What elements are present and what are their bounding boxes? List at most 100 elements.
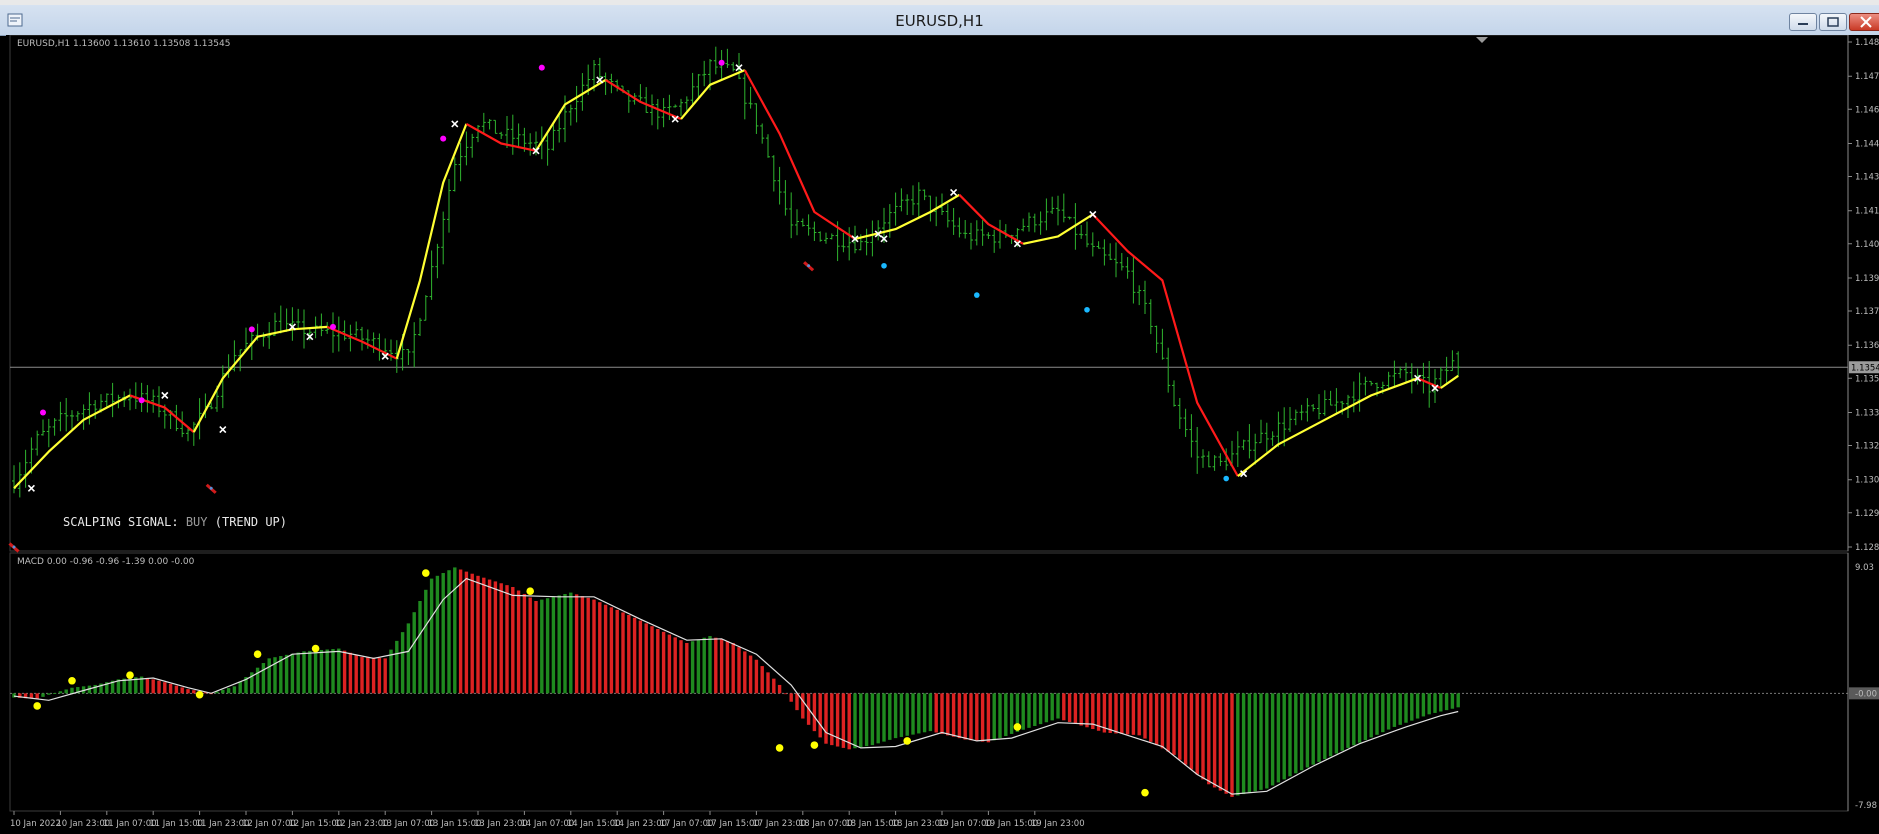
macd-subwindow[interactable]: MACD 0.00 -0.96 -0.96 -1.39 0.00 -0.00 9…	[9, 552, 1879, 812]
price-bar	[1398, 366, 1403, 379]
macd-histogram-bar	[1125, 693, 1130, 735]
price-bar	[52, 418, 57, 436]
price-axis[interactable]: 1.14875 1.14735 1.14600 1.14460 1.14325 1.141…	[1848, 38, 1879, 553]
macd-histogram-bar	[482, 577, 486, 694]
price-tick-label: 1.14460	[1855, 139, 1879, 149]
macd-histogram-bar	[371, 657, 376, 694]
macd-histogram-bar	[598, 602, 602, 694]
chart-shift-marker[interactable]	[1476, 37, 1488, 43]
price-bar	[87, 392, 92, 425]
price-bar	[499, 131, 504, 139]
macd-histogram-bar	[447, 570, 451, 694]
trend-ma-down	[743, 69, 856, 240]
macd-tick-label: 9.03	[1855, 563, 1874, 573]
macd-histogram-bar	[1427, 693, 1431, 715]
price-bar	[945, 203, 950, 228]
macd-histogram-bar	[354, 654, 358, 694]
price-bar	[1322, 390, 1327, 416]
price-bar	[748, 86, 753, 109]
swing-point-marker	[27, 484, 35, 492]
macd-histogram-bar	[928, 693, 933, 732]
minimize-button[interactable]	[1789, 13, 1817, 31]
price-plot-area	[8, 46, 1848, 553]
price-bar	[75, 411, 80, 422]
macd-histogram-bar	[992, 693, 996, 741]
price-tick-label: 1.14875	[1855, 38, 1879, 48]
chart-canvas[interactable]: EURUSD,H1 1.13600 1.13610 1.13508 1.1354…	[6, 35, 1879, 834]
trend-ma-down	[958, 194, 1024, 245]
price-bar	[516, 123, 521, 149]
price-bar	[331, 312, 335, 353]
price-bar	[481, 112, 486, 135]
price-bar	[777, 166, 782, 205]
sell-signal-dot	[209, 486, 213, 490]
price-bar	[1241, 439, 1246, 450]
swing-point-marker	[161, 391, 169, 399]
price-bar	[1444, 356, 1449, 384]
macd-histogram-bar	[1149, 693, 1153, 742]
price-bar	[667, 94, 672, 121]
macd-histogram-bar	[406, 623, 411, 694]
sell-signal-dot	[807, 264, 811, 268]
price-bar	[1056, 195, 1060, 226]
buy-signal-marker	[440, 135, 447, 142]
price-bar	[487, 119, 492, 130]
macd-histogram-bar	[1195, 693, 1199, 775]
macd-histogram-bar	[464, 571, 469, 694]
macd-histogram-bar	[412, 612, 416, 694]
macd-histogram-bar	[540, 599, 544, 694]
price-bar	[771, 155, 776, 192]
macd-histogram-bar	[801, 693, 805, 719]
time-axis[interactable]: 10 Jan 202210 Jan 23:0011 Jan 07:0011 Ja…	[10, 811, 1085, 829]
price-tick-label: 1.13360	[1855, 408, 1879, 418]
trend-ma-up	[395, 123, 468, 360]
macd-histogram-bar	[1050, 693, 1054, 721]
price-bar	[342, 320, 347, 341]
macd-histogram-bar	[980, 693, 985, 742]
price-bar	[899, 188, 904, 212]
macd-signal-line	[13, 577, 1459, 795]
title-bar[interactable]: EURUSD,H1	[0, 5, 1879, 36]
macd-histogram-bar	[325, 649, 329, 694]
price-bar	[1311, 404, 1316, 412]
macd-histogram-bar	[911, 693, 915, 735]
signal-value: BUY	[186, 515, 208, 529]
price-bar	[354, 321, 359, 338]
macd-histogram-bar	[238, 681, 242, 694]
price-bar	[1369, 380, 1374, 386]
macd-histogram-bar	[998, 693, 1002, 739]
macd-histogram-bar	[772, 678, 776, 694]
price-bar	[731, 62, 736, 72]
macd-histogram-bar	[12, 693, 16, 698]
price-bar	[406, 349, 411, 366]
macd-histogram-bar	[499, 583, 503, 694]
main-price-chart[interactable]: EURUSD,H1 1.13600 1.13610 1.13508 1.1354…	[8, 35, 1879, 553]
macd-histogram-bar	[319, 649, 324, 694]
macd-histogram-bar	[725, 641, 730, 694]
close-button[interactable]	[1849, 13, 1879, 31]
restore-button[interactable]	[1819, 13, 1847, 31]
price-bar	[1201, 449, 1205, 468]
buy-signal-marker	[248, 326, 255, 333]
macd-histogram-bar	[313, 650, 318, 694]
macd-histogram-bar	[1172, 693, 1176, 755]
macd-peak-marker	[526, 587, 534, 596]
price-bar	[58, 401, 63, 432]
trend-ma-up	[1237, 377, 1418, 477]
price-bar	[1166, 347, 1171, 393]
macd-histogram-bar	[1027, 693, 1031, 728]
price-bar	[458, 142, 463, 182]
macd-axis[interactable]: 9.03 -0.00 -7.98	[1849, 563, 1879, 811]
price-bar	[23, 449, 28, 488]
price-bar	[1061, 193, 1066, 223]
price-bar	[992, 229, 997, 253]
macd-histogram-bar	[1433, 693, 1437, 713]
macd-histogram-bar	[522, 594, 527, 694]
price-bar	[1143, 280, 1147, 315]
macd-histogram-bar	[151, 679, 155, 694]
macd-histogram-bar	[383, 658, 387, 694]
price-bar	[760, 123, 765, 144]
level-dot-marker	[881, 262, 887, 269]
price-bar	[783, 180, 788, 216]
price-bar	[1299, 404, 1304, 421]
